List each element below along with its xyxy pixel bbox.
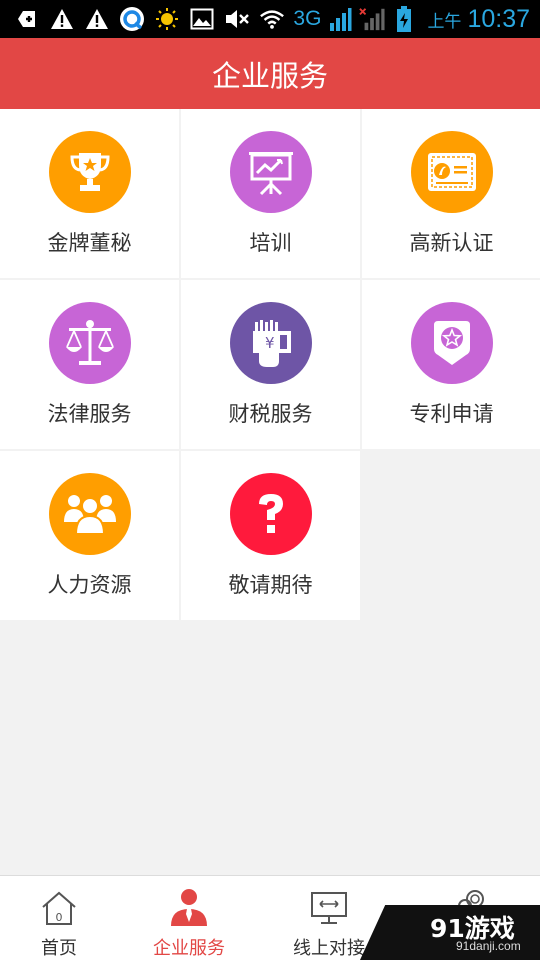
nav-label: 首页 bbox=[41, 938, 77, 959]
page-title: 企业服务 bbox=[211, 58, 328, 93]
service-label: 金牌董秘 bbox=[47, 231, 132, 255]
time-period: 上午 bbox=[427, 11, 462, 32]
monitor-icon bbox=[309, 888, 349, 928]
service-label: 培训 bbox=[249, 231, 292, 255]
gallery-icon bbox=[189, 6, 215, 32]
nav-label: 企业服务 bbox=[153, 938, 225, 959]
wifi-icon bbox=[259, 6, 285, 32]
service-label: 敬请期待 bbox=[228, 573, 313, 597]
service-label: 专利申请 bbox=[409, 402, 494, 426]
certificate-icon bbox=[411, 131, 493, 213]
no-signal-icon bbox=[359, 6, 385, 32]
clock: 10:37 bbox=[467, 4, 530, 33]
status-notifications bbox=[14, 5, 285, 33]
brightness-icon bbox=[154, 6, 180, 32]
browser-icon bbox=[119, 6, 145, 32]
nav-item-business-service[interactable]: 企业服务 bbox=[130, 876, 248, 960]
question-icon bbox=[230, 473, 312, 555]
service-item-gold-secretary[interactable]: 金牌董秘 bbox=[0, 109, 179, 278]
service-item-patent[interactable]: 专利申请 bbox=[362, 280, 540, 449]
warning-icon bbox=[49, 6, 75, 32]
app-header: 企业服务 bbox=[0, 38, 540, 109]
service-item-hr[interactable]: 人力资源 bbox=[0, 451, 179, 620]
scales-icon bbox=[49, 302, 131, 384]
home-icon: 0 bbox=[39, 888, 79, 928]
status-system: 3G 上午 10:37 bbox=[293, 4, 530, 34]
mute-icon bbox=[224, 6, 250, 32]
service-label: 法律服务 bbox=[47, 402, 132, 426]
usb-icon bbox=[14, 6, 40, 32]
service-label: 财税服务 bbox=[228, 402, 313, 426]
service-item-finance-tax[interactable]: ¥ 财税服务 bbox=[181, 280, 360, 449]
business-person-icon bbox=[169, 888, 209, 928]
watermark-logo: 91游戏 91danji.com bbox=[360, 905, 540, 960]
signal-icon bbox=[327, 6, 353, 32]
patent-badge-icon bbox=[411, 302, 493, 384]
service-item-hightech-cert[interactable]: 高新认证 bbox=[362, 109, 540, 278]
svg-text:0: 0 bbox=[56, 911, 63, 924]
people-icon bbox=[49, 473, 131, 555]
finance-icon: ¥ bbox=[230, 302, 312, 384]
service-item-training[interactable]: 培训 bbox=[181, 109, 360, 278]
service-item-legal[interactable]: 法律服务 bbox=[0, 280, 179, 449]
service-label: 高新认证 bbox=[409, 231, 494, 255]
service-item-coming-soon[interactable]: 敬请期待 bbox=[181, 451, 360, 620]
nav-item-home[interactable]: 0 首页 bbox=[0, 876, 118, 960]
network-type: 3G bbox=[293, 7, 322, 30]
trophy-icon bbox=[49, 131, 131, 213]
battery-charging-icon bbox=[391, 6, 417, 32]
status-bar: 3G 上午 10:37 bbox=[0, 0, 540, 38]
watermark-url: 91danji.com bbox=[456, 939, 521, 953]
svg-text:¥: ¥ bbox=[265, 334, 275, 352]
presentation-icon bbox=[230, 131, 312, 213]
warning-icon bbox=[84, 6, 110, 32]
service-label: 人力资源 bbox=[47, 573, 132, 597]
